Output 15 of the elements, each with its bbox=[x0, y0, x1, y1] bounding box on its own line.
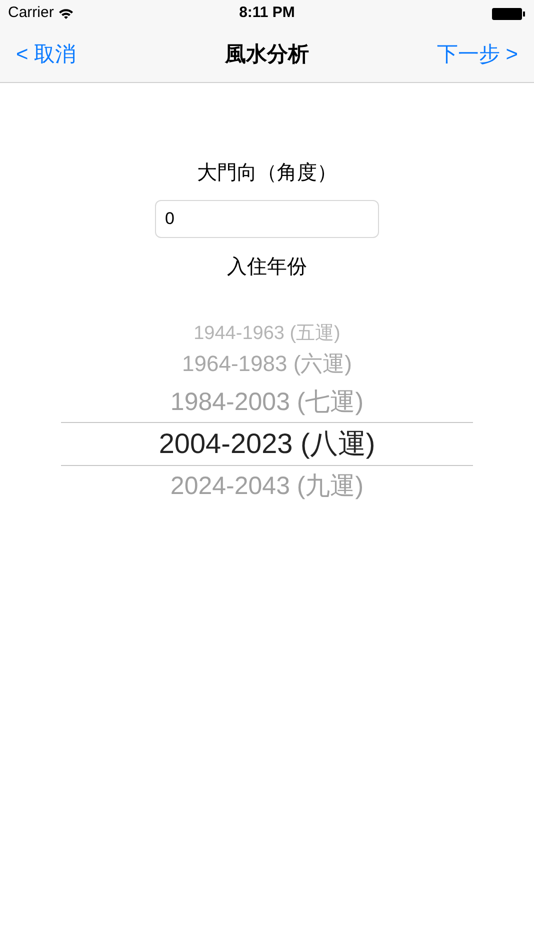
field-label: 入住年份 bbox=[227, 255, 307, 280]
cancel-button[interactable]: < 取消 bbox=[16, 38, 136, 70]
battery-icon bbox=[492, 6, 526, 20]
picker-option[interactable]: 2024-2043 (九運) bbox=[61, 466, 473, 506]
next-button[interactable]: 下一步 > bbox=[398, 38, 518, 70]
carrier-label: Carrier bbox=[8, 3, 54, 24]
picker-option[interactable]: 2004-2023 (八運) bbox=[61, 422, 473, 466]
picker-option[interactable]: 1984-2003 (七運) bbox=[61, 382, 473, 422]
picker-option[interactable]: 1944-1963 (五運) bbox=[61, 320, 473, 346]
wifi-icon bbox=[58, 8, 74, 20]
nav-title: 風水分析 bbox=[225, 42, 309, 68]
field-label: 大門向（角度） bbox=[197, 161, 337, 186]
picker-option[interactable]: 1964-1983 (六運) bbox=[61, 346, 473, 382]
angle-input-field[interactable]: 0 bbox=[155, 200, 379, 238]
clock-label: 8:11 PM bbox=[239, 3, 295, 24]
